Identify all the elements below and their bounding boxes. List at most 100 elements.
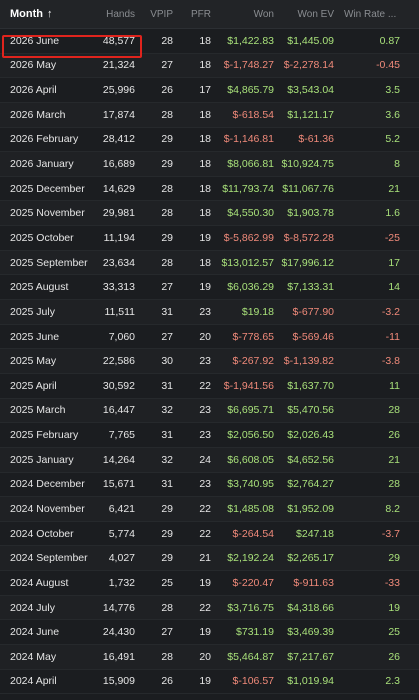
cell-hands: 24,430 (102, 626, 135, 639)
table-row[interactable]: 2025 July 11,511 31 23 $19.18 $-677.90 -3.2 (0, 300, 419, 325)
cell-vpip: 30 (161, 355, 173, 368)
table-row[interactable]: 2025 November 29,981 28 18 $4,550.30 $1,903.7… (0, 201, 419, 227)
table-row[interactable]: 2024 August 1,732 25 19 $-220.47 $-911.63 -33 (0, 571, 419, 596)
cell-won: $-267.92 (232, 355, 274, 368)
table-row[interactable]: 2024 September 4,027 29 21 $2,192.24 $2,265.1… (0, 546, 419, 572)
table-row[interactable]: 2025 March 16,447 32 23 $6,695.71 $5,470.56 28 (0, 398, 419, 424)
cell-won-ev: $3,469.39 (287, 626, 334, 639)
column-header-month[interactable]: Month ↑ (0, 8, 95, 20)
cell-pfr: 18 (199, 158, 211, 171)
cell-vpip: 27 (161, 59, 173, 72)
cell-hands: 30,592 (102, 379, 135, 392)
cell-month: 2025 May (10, 355, 57, 368)
table-row[interactable]: 2024 July 14,776 28 22 $3,716.75 $4,318.66 19 (0, 595, 419, 621)
table-row[interactable]: 2026 February 28,412 29 18 $-1,146.81 $-61.36… (0, 128, 419, 153)
cell-pfr: 23 (199, 404, 211, 417)
cell-won: $-264.54 (232, 527, 274, 540)
column-header-hands[interactable]: Hands (95, 9, 135, 20)
cell-won-ev: $247.18 (296, 527, 334, 540)
table-row[interactable]: 2026 April 25,996 26 17 $4,865.79 $3,543.04 3.… (0, 78, 419, 103)
cell-pfr: 22 (199, 601, 211, 614)
cell-month: 2025 August (10, 281, 69, 294)
table-row[interactable]: 2025 October 11,194 29 19 $-5,862.99 $-8,572.… (0, 226, 419, 251)
cell-won-ev: $-1,139.82 (283, 355, 334, 368)
cell-hands: 16,689 (102, 158, 135, 171)
cell-win-rate: -3.2 (381, 305, 400, 318)
table-row[interactable]: 2025 February 7,765 31 23 $2,056.50 $2,026.43… (0, 423, 419, 448)
cell-win-rate: -3.7 (381, 527, 400, 540)
table-row[interactable]: 2024 October 5,774 29 22 $-264.54 $247.18 -3.7 (0, 522, 419, 547)
cell-hands: 29,981 (102, 207, 135, 220)
cell-win-rate: 29 (388, 552, 400, 565)
cell-won-ev: $-911.63 (293, 576, 334, 589)
cell-won: $-106.57 (232, 675, 274, 688)
cell-win-rate: 1.6 (385, 207, 400, 220)
table-row[interactable]: 2026 January 16,689 29 18 $8,066.81 $10,924.7… (0, 152, 419, 177)
cell-vpip: 29 (161, 502, 173, 515)
table-row[interactable]: 2024 December 15,671 31 23 $3,740.95 $2,764.2… (0, 473, 419, 498)
table-row[interactable]: 2024 April 15,909 26 19 $-106.57 $1,019.94 2.3 (0, 670, 419, 695)
column-header-vpip[interactable]: VPIP (135, 9, 173, 20)
cell-pfr: 18 (199, 34, 211, 47)
table-row[interactable]: 2025 September 23,634 28 18 $13,012.57 $17,99… (0, 250, 419, 276)
cell-win-rate: 3.6 (385, 108, 400, 121)
cell-win-rate: -33 (384, 576, 400, 589)
table-row[interactable]: 2025 August 33,313 27 19 $6,036.29 $7,133.31 1… (0, 275, 419, 301)
table-row[interactable]: 2024 June 24,430 27 19 $731.19 $3,469.39 25 (0, 620, 419, 646)
cell-pfr: 23 (199, 478, 211, 491)
column-header-month-label: Month (10, 8, 43, 20)
cell-won-ev: $1,952.09 (287, 502, 334, 515)
cell-won-ev: $17,996.12 (281, 256, 334, 269)
cell-win-rate: 28 (388, 404, 400, 417)
cell-won-ev: $-2,278.14 (283, 59, 334, 72)
cell-hands: 33,313 (102, 281, 135, 294)
cell-pfr: 24 (199, 453, 211, 466)
cell-vpip: 26 (161, 675, 173, 688)
cell-win-rate: 28 (388, 478, 400, 491)
table-body: 2026 June 48,577 28 18 $1,422.83 $1,445.09 0.8… (0, 29, 419, 695)
cell-win-rate: -3.8 (381, 355, 400, 368)
cell-win-rate: -11 (385, 330, 400, 343)
column-header-win-rate[interactable]: Win Rate ... (334, 9, 412, 20)
cell-hands: 14,629 (102, 182, 135, 195)
table-row[interactable]: 2025 May 22,586 30 23 $-267.92 $-1,139.82 -3.8 (0, 349, 419, 374)
table-row[interactable]: 2025 January 14,264 32 24 $6,608.05 $4,652.56… (0, 447, 419, 473)
cell-won-ev: $4,318.66 (287, 601, 334, 614)
cell-vpip: 29 (161, 552, 173, 565)
table-row[interactable]: 2026 May 21,324 27 18 $-1,748.27 $-2,278.14 -0… (0, 53, 419, 79)
column-header-won-ev[interactable]: Won EV (274, 9, 335, 20)
cell-pfr: 23 (199, 305, 211, 318)
table-row[interactable]: 2025 April 30,592 31 22 $-1,941.56 $1,637.70 1… (0, 374, 419, 399)
table-header: Month ↑ Hands VPIP PFR Won Won EV Win Rat… (0, 0, 419, 29)
cell-pfr: 22 (199, 502, 211, 515)
sort-ascending-icon[interactable]: ↑ (47, 8, 53, 20)
cell-won: $6,695.71 (227, 404, 274, 417)
cell-month: 2025 July (10, 305, 55, 318)
cell-won: $6,036.29 (227, 281, 274, 294)
cell-month: 2024 July (10, 601, 55, 614)
table-row[interactable]: 2025 June 7,060 27 20 $-778.65 $-569.46 -11 (0, 325, 419, 350)
cell-won-ev: $1,019.94 (287, 675, 334, 688)
table-row[interactable]: 2024 May 16,491 28 20 $5,464.87 $7,217.67 26 (0, 645, 419, 670)
cell-pfr: 18 (199, 182, 211, 195)
column-header-pfr[interactable]: PFR (173, 9, 211, 20)
cell-month: 2025 February (10, 429, 79, 442)
table-row[interactable]: 2024 November 6,421 29 22 $1,485.08 $1,952.09… (0, 497, 419, 522)
cell-vpip: 28 (161, 182, 173, 195)
cell-month: 2026 March (10, 108, 66, 121)
cell-won: $2,056.50 (227, 429, 274, 442)
cell-month: 2025 March (10, 404, 66, 417)
column-header-won[interactable]: Won (211, 9, 274, 20)
cell-month: 2024 June (10, 626, 60, 639)
table-row[interactable]: 2025 December 14,629 28 18 $11,793.74 $11,067… (0, 177, 419, 202)
cell-month: 2025 October (10, 231, 74, 244)
table-row[interactable]: 2026 June 48,577 28 18 $1,422.83 $1,445.09 0.8… (0, 29, 419, 54)
cell-vpip: 26 (161, 84, 173, 97)
table-row[interactable]: 2026 March 17,874 28 18 $-618.54 $1,121.17 3.6 (0, 102, 419, 128)
cell-month: 2024 October (10, 527, 74, 540)
monthly-results-table: Month ↑ Hands VPIP PFR Won Won EV Win Rat… (0, 0, 419, 700)
cell-win-rate: 8 (394, 158, 400, 171)
cell-pfr: 20 (199, 650, 211, 663)
cell-won: $2,192.24 (227, 552, 274, 565)
cell-vpip: 28 (161, 108, 173, 121)
